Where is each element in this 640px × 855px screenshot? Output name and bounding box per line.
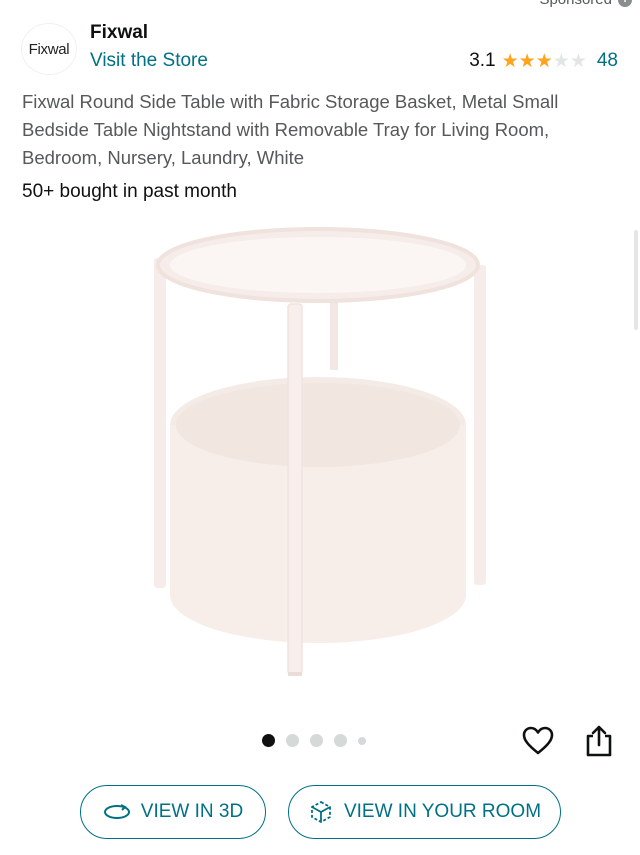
visit-store-link[interactable]: Visit the Store xyxy=(90,50,208,72)
rotate-3d-icon xyxy=(103,804,130,819)
share-icon[interactable] xyxy=(584,724,614,758)
star-rating: ★ ★ ★ ★ ★ xyxy=(502,52,587,71)
star-icon: ★ xyxy=(501,50,519,72)
star-empty-icon: ★ xyxy=(552,50,570,72)
brand-logo[interactable]: Fixwal xyxy=(22,24,76,74)
product-title[interactable]: Fixwal Round Side Table with Fabric Stor… xyxy=(22,88,622,172)
product-image[interactable] xyxy=(140,220,500,690)
carousel-dot[interactable] xyxy=(310,734,323,747)
sponsored-text: Sponsored xyxy=(539,0,612,8)
rating[interactable]: 3.1 ★ ★ ★ ★ ★ 48 xyxy=(469,50,618,72)
carousel-dot[interactable] xyxy=(358,736,366,745)
carousel-dot[interactable] xyxy=(262,734,275,747)
view-in-your-room-button[interactable]: VIEW IN YOUR ROOM xyxy=(288,785,561,839)
rating-value: 3.1 xyxy=(469,50,496,71)
image-carousel-indicator xyxy=(262,734,366,747)
view-in-3d-label: VIEW IN 3D xyxy=(140,801,244,822)
brand-name: Fixwal xyxy=(90,22,149,43)
star-icon: ★ xyxy=(535,50,553,72)
carousel-dot[interactable] xyxy=(286,734,299,747)
view-in-3d-button[interactable]: VIEW IN 3D xyxy=(80,785,266,839)
heart-icon[interactable] xyxy=(522,726,554,756)
bought-count: 50+ bought in past month xyxy=(22,181,237,202)
rating-count[interactable]: 48 xyxy=(597,50,618,72)
brand-logo-text: Fixwal xyxy=(28,40,70,58)
carousel-dot[interactable] xyxy=(334,734,347,747)
scrollbar[interactable] xyxy=(634,230,638,330)
star-icon: ★ xyxy=(518,50,536,72)
ar-cube-icon xyxy=(311,800,331,824)
info-icon[interactable]: i xyxy=(618,0,632,7)
view-in-your-room-label: VIEW IN YOUR ROOM xyxy=(343,801,542,822)
star-empty-icon: ★ xyxy=(569,50,587,72)
sponsored-label[interactable]: Sponsored i xyxy=(539,0,632,8)
